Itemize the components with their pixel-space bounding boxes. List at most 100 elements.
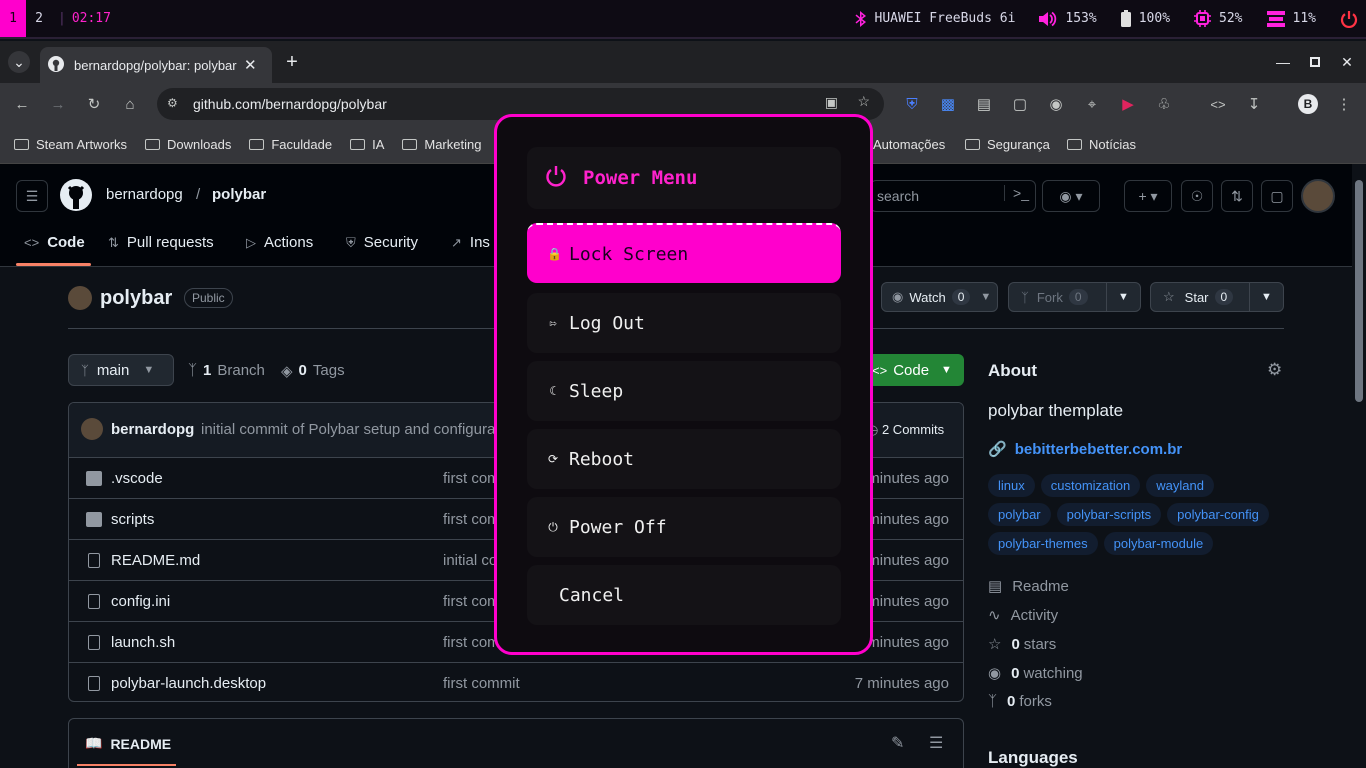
- bitwarden-icon[interactable]: ⛨: [900, 92, 924, 116]
- menu-item-log-out[interactable]: ⇰ Log Out: [527, 293, 841, 353]
- media-extension-icon[interactable]: ▶: [1116, 92, 1140, 116]
- file-name[interactable]: config.ini: [111, 593, 170, 610]
- settings-gear-icon[interactable]: ⚙: [1267, 360, 1282, 380]
- file-name[interactable]: .vscode: [111, 470, 163, 487]
- file-commit-message[interactable]: first com: [443, 511, 500, 528]
- inbox-button[interactable]: ▢: [1261, 180, 1293, 212]
- issues-button[interactable]: ☉: [1181, 180, 1213, 212]
- power-module[interactable]: [1328, 10, 1366, 28]
- extension-2-icon[interactable]: ⌖: [1080, 92, 1104, 116]
- extension-icon[interactable]: ▢: [1008, 92, 1032, 116]
- copilot-button[interactable]: ◉ ▾: [1042, 180, 1100, 212]
- topic-tag[interactable]: polybar-config: [1167, 503, 1269, 526]
- topic-tag[interactable]: polybar-scripts: [1056, 503, 1162, 526]
- file-commit-message[interactable]: first commit: [443, 675, 520, 692]
- star-button[interactable]: ☆ Star 0 ▼: [1150, 282, 1284, 312]
- page-scrollbar[interactable]: [1352, 164, 1366, 768]
- incognito-extension-icon[interactable]: ▤: [972, 92, 996, 116]
- file-commit-message[interactable]: first com: [443, 470, 500, 487]
- bookmark-star-icon[interactable]: ☆: [857, 93, 870, 110]
- watching-link[interactable]: ◉ 0 watching: [988, 664, 1083, 683]
- topic-tag[interactable]: linux: [988, 474, 1035, 497]
- browser-menu-button[interactable]: ⋮: [1332, 92, 1356, 116]
- file-commit-message[interactable]: initial co: [443, 552, 497, 569]
- menu-item-reboot[interactable]: ⟳ Reboot: [527, 429, 841, 489]
- hamburger-menu-button[interactable]: ☰: [16, 180, 48, 212]
- activity-link[interactable]: ∿ Activity: [988, 606, 1058, 625]
- translate-icon[interactable]: ▩: [936, 92, 960, 116]
- readme-link[interactable]: ▤ Readme: [988, 577, 1069, 596]
- forward-button[interactable]: →: [46, 92, 70, 116]
- workspace-2[interactable]: 2: [26, 0, 52, 37]
- repo-owner-link[interactable]: bernardopg: [106, 186, 183, 203]
- new-tab-button[interactable]: +: [281, 51, 303, 73]
- forks-link[interactable]: ᛉ 0 forks: [988, 693, 1052, 710]
- caret-down-icon[interactable]: ▼: [1106, 283, 1140, 311]
- pull-requests-button[interactable]: ⇅: [1221, 180, 1253, 212]
- bookmark-marketing[interactable]: Marketing: [393, 137, 490, 152]
- caret-down-icon[interactable]: ▼: [1249, 283, 1283, 311]
- browser-tab[interactable]: bernardopg/polybar: polybar ✕: [40, 47, 272, 83]
- download-icon[interactable]: ↧: [1242, 92, 1266, 116]
- topic-tag[interactable]: wayland: [1146, 474, 1214, 497]
- tab-close-icon[interactable]: ✕: [244, 56, 257, 74]
- bookmark-downloads[interactable]: Downloads: [136, 137, 240, 152]
- reload-button[interactable]: ↻: [82, 92, 106, 116]
- devtools-icon[interactable]: <>: [1206, 92, 1230, 116]
- file-name[interactable]: launch.sh: [111, 634, 175, 651]
- bookmark-ia[interactable]: IA: [341, 137, 393, 152]
- volume-module[interactable]: 153%: [1027, 11, 1108, 27]
- maximize-button[interactable]: [1304, 51, 1326, 73]
- commit-author[interactable]: bernardopg: [111, 421, 194, 438]
- branches-link[interactable]: ᛉ 1 Branch: [188, 362, 265, 379]
- back-button[interactable]: ←: [10, 92, 34, 116]
- topic-tag[interactable]: polybar-module: [1103, 532, 1214, 555]
- outline-list-icon[interactable]: ☰: [929, 733, 943, 753]
- menu-item-lock-screen[interactable]: 🔒 Lock Screen: [527, 223, 841, 283]
- command-palette-icon[interactable]: >_: [1004, 185, 1029, 201]
- file-name[interactable]: README.md: [111, 552, 200, 569]
- stars-link[interactable]: ☆ 0 stars: [988, 635, 1056, 654]
- code-button[interactable]: <> Code ▼: [868, 354, 964, 386]
- file-commit-message[interactable]: first com: [443, 593, 500, 610]
- menu-item-sleep[interactable]: ☾ Sleep: [527, 361, 841, 421]
- fork-button[interactable]: ᛉ Fork 0 ▼: [1008, 282, 1141, 312]
- repo-name-link[interactable]: polybar: [212, 186, 266, 203]
- home-button[interactable]: ⌂: [118, 92, 142, 116]
- puzzle-icon[interactable]: ♧: [1152, 92, 1176, 116]
- topic-tag[interactable]: customization: [1040, 474, 1141, 497]
- readme-tab[interactable]: 📖 README: [85, 735, 171, 752]
- camera-icon[interactable]: ◉: [1044, 92, 1068, 116]
- install-app-icon[interactable]: ▣: [825, 94, 838, 111]
- tab-search-button[interactable]: ⌄: [8, 51, 30, 73]
- edit-pencil-icon[interactable]: ✎: [891, 733, 904, 753]
- scrollbar-thumb[interactable]: [1355, 180, 1363, 402]
- file-name[interactable]: scripts: [111, 511, 154, 528]
- bookmark-steam-artworks[interactable]: Steam Artworks: [5, 137, 136, 152]
- bluetooth-module[interactable]: HUAWEI FreeBuds 6i: [843, 10, 1028, 27]
- tab-security[interactable]: ⛨ Security: [346, 234, 418, 251]
- menu-item-power-off[interactable]: ⏻ Power Off: [527, 497, 841, 557]
- tab-code[interactable]: <> Code: [24, 234, 85, 251]
- search-input[interactable]: search >_: [870, 180, 1036, 212]
- menu-item-cancel[interactable]: Cancel: [527, 565, 841, 625]
- commits-link[interactable]: ◷ 2 Commits: [867, 422, 944, 438]
- commit-message[interactable]: initial commit of Polybar setup and conf…: [201, 421, 495, 438]
- profile-avatar[interactable]: B: [1296, 92, 1320, 116]
- tab-insights[interactable]: ↗ Ins: [451, 234, 490, 251]
- bookmark-faculdade[interactable]: Faculdade: [240, 137, 341, 152]
- bookmark-seguranca[interactable]: Segurança: [956, 137, 1059, 152]
- github-logo-icon[interactable]: [60, 179, 92, 216]
- minimize-button[interactable]: —: [1272, 51, 1294, 73]
- file-commit-message[interactable]: first com: [443, 634, 500, 651]
- tab-actions[interactable]: ▷ Actions: [246, 234, 313, 251]
- bookmark-noticias[interactable]: Notícias: [1058, 137, 1145, 152]
- website-link[interactable]: 🔗 bebitterbebetter.com.br: [988, 440, 1182, 459]
- branch-selector[interactable]: ᛉ main ▼: [68, 354, 174, 386]
- file-name[interactable]: polybar-launch.desktop: [111, 675, 266, 692]
- topic-tag[interactable]: polybar: [988, 503, 1051, 526]
- user-avatar[interactable]: [1301, 179, 1335, 213]
- topic-tag[interactable]: polybar-themes: [988, 532, 1098, 555]
- tab-pull-requests[interactable]: ⇅ Pull requests: [108, 234, 214, 251]
- site-info-icon[interactable]: ⚙: [167, 96, 178, 110]
